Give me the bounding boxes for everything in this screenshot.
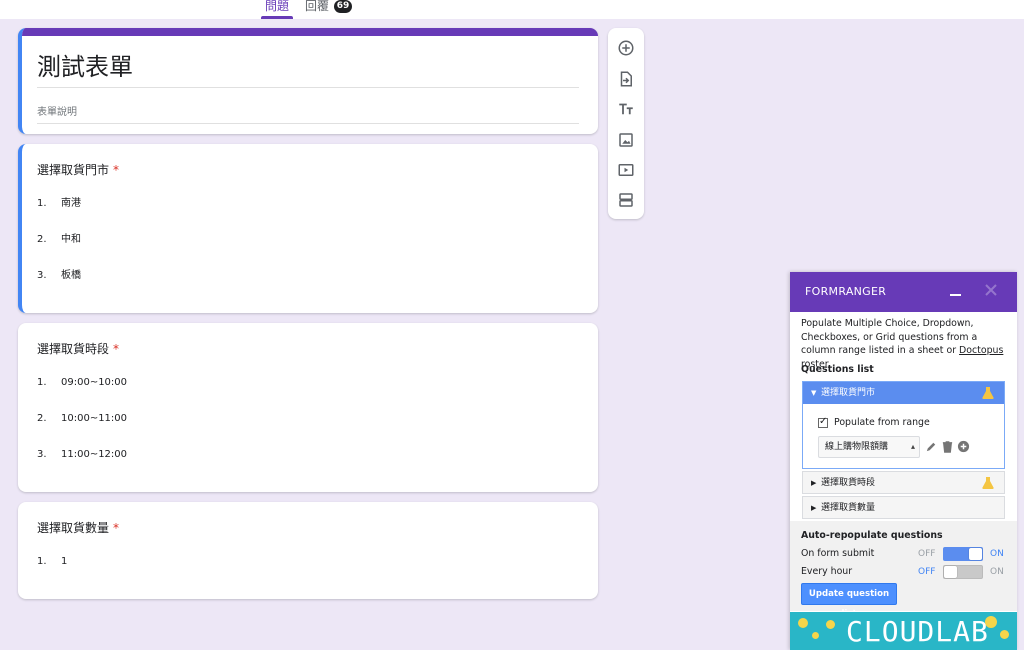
questions-list-label: Questions list [801,364,874,375]
question-accordion-timeslot[interactable]: ▶ 選擇取貨時段 [802,471,1005,494]
response-count-badge: 69 [334,0,352,13]
doctopus-link[interactable]: Doctopus [959,345,1003,356]
populate-checkbox[interactable] [818,415,828,429]
list-item: 1. 南港 [37,198,81,209]
list-item: 2. 10:00~11:00 [37,413,128,424]
flask-icon [982,477,994,489]
auto-repopulate-label: Auto-repopulate questions [801,530,943,541]
form-header-card[interactable]: 測試表單 表單說明 [18,28,598,134]
question-title: 選擇取貨門市 * [37,163,120,177]
toggle-knob [944,566,957,578]
list-item: 1. 1 [37,556,68,567]
list-item: 3. 11:00~12:00 [37,449,128,460]
required-asterisk: * [113,163,120,177]
tab-responses[interactable]: 回覆 [305,0,329,19]
banner-dot [1000,630,1009,639]
add-image-icon[interactable] [616,130,636,150]
required-asterisk: * [113,342,120,356]
every-hour-row: Every hour OFF ON [801,565,1004,579]
add-question-icon[interactable] [616,38,636,58]
question-toolbar [608,28,644,219]
caret-down-icon: ▼ [811,389,817,397]
add-section-icon[interactable] [616,190,636,210]
caret-right-icon: ▶ [811,504,817,512]
auto-repopulate-section: Auto-repopulate questions On form submit… [790,521,1017,619]
range-select[interactable]: 線上購物限額購 ▴ [818,436,920,458]
accordion-header[interactable]: ▶ 選擇取貨時段 [803,472,1004,494]
populate-from-range-row[interactable]: Populate from range [818,415,930,430]
banner-dot [826,620,835,629]
tab-questions[interactable]: 問題 [260,0,294,19]
banner-text: CLOUDLAB [846,615,989,648]
formranger-panel: FORMRANGER Populate Multiple Choice, Dro… [790,272,1017,650]
list-item: 3. 板橋 [37,270,81,281]
banner-dot [798,618,808,628]
question-title: 選擇取貨數量 * [37,521,120,535]
import-questions-icon[interactable] [616,69,636,89]
question-card-timeslot[interactable]: 選擇取貨時段 * 1. 09:00~10:00 2. 10:00~11:00 3. 11… [18,323,598,492]
range-actions [925,440,970,453]
accordion-header[interactable]: ▼ 選擇取貨門市 [803,382,1004,404]
question-title: 選擇取貨時段 * [37,342,120,356]
add-title-icon[interactable] [616,99,636,119]
question-accordion-quantity[interactable]: ▶ 選擇取貨數量 [802,496,1005,519]
trash-icon[interactable] [941,440,954,453]
header-color-stripe [22,28,598,36]
required-asterisk: * [113,521,120,535]
flask-icon [982,387,994,399]
panel-title: FORMRANGER [805,285,887,298]
list-item: 1. 09:00~10:00 [37,377,128,388]
add-circle-icon[interactable] [957,440,970,453]
update-question-list-button[interactable]: Update question list [801,583,897,619]
panel-header: FORMRANGER [790,272,1017,312]
question-card-quantity[interactable]: 選擇取貨數量 * 1. 1 [18,502,598,599]
on-form-submit-row: On form submit OFF ON [801,547,1004,561]
close-icon[interactable] [984,283,998,297]
top-tab-bar: 問題 回覆 69 [0,0,1024,19]
cloudlab-banner: CLOUDLAB [790,612,1017,650]
add-video-icon[interactable] [616,160,636,180]
edit-icon[interactable] [925,440,938,453]
on-form-submit-toggle[interactable] [943,547,983,561]
every-hour-toggle[interactable] [943,565,983,579]
form-title[interactable]: 測試表單 [37,50,579,88]
question-card-store[interactable]: 選擇取貨門市 * 1. 南港 2. 中和 3. 板橋 [18,144,598,313]
caret-right-icon: ▶ [811,479,817,487]
banner-dot [812,632,819,639]
minimize-icon[interactable] [950,294,961,296]
form-description[interactable]: 表單說明 [37,106,579,124]
list-item: 2. 中和 [37,234,81,245]
accordion-header[interactable]: ▶ 選擇取貨數量 [803,497,1004,519]
toggle-knob [969,548,982,560]
select-arrows-icon: ▴ [910,442,915,451]
question-accordion-store: ▼選擇取貨門市 Populate from range 線上購物限額購 ▴ [802,381,1005,469]
